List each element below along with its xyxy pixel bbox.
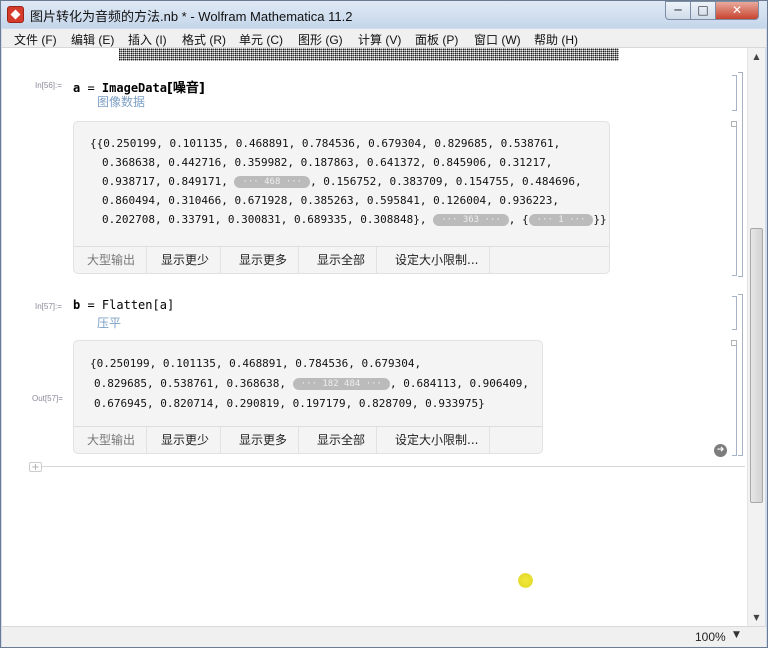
bracket-marker: [731, 340, 737, 346]
output-line: 0.202708, 0.33791, 0.300831, 0.689335, 0…: [102, 213, 607, 226]
menu-bar: 文件 (F) 编辑 (E) 插入 (I) 格式 (R) 单元 (C) 图形 (G…: [2, 29, 766, 48]
menu-graphics[interactable]: 图形 (G): [298, 31, 343, 48]
vertical-scrollbar[interactable]: ▲ ▼: [747, 48, 765, 626]
notebook-area[interactable]: In[56]:= a = ImageData[噪音] 图像数据 {{0.2501…: [2, 48, 747, 626]
menu-format[interactable]: 格式 (R): [182, 31, 226, 48]
title-bar: 图片转化为音频的方法.nb * - Wolfram Mathematica 11…: [1, 1, 767, 28]
output-segment: , 0.684113, 0.906409,: [389, 377, 530, 390]
mathematica-app-icon[interactable]: [7, 6, 24, 23]
output-segment: 0.938717, 0.849171,: [102, 175, 235, 188]
skeleton-468[interactable]: ··· 468 ···: [234, 176, 311, 188]
output-toolbar: 大型输出 显示更少 显示更多 显示全部 设定大小限制...: [74, 426, 542, 454]
output-line: {{0.250199, 0.101135, 0.468891, 0.784536…: [90, 137, 561, 150]
cell-bracket[interactable]: [732, 340, 737, 456]
scroll-down-arrow-icon[interactable]: ▼: [748, 609, 765, 626]
cell-bracket[interactable]: [732, 75, 737, 111]
output-toolbar: 大型输出 显示更少 显示更多 显示全部 设定大小限制...: [74, 246, 609, 274]
minimize-button[interactable]: ─: [665, 1, 691, 20]
show-all-button[interactable]: 显示全部: [306, 427, 378, 454]
window-title: 图片转化为音频的方法.nb * - Wolfram Mathematica 11…: [30, 9, 353, 24]
maximize-button[interactable]: □: [690, 1, 716, 20]
code-argument: [a]: [152, 298, 175, 312]
evaluate-arrow-icon[interactable]: ➜: [714, 444, 727, 457]
output-segment: }}: [593, 213, 607, 226]
output-line: 0.860494, 0.310466, 0.671928, 0.385263, …: [102, 194, 559, 207]
menu-palettes[interactable]: 面板 (P): [415, 31, 458, 48]
add-cell-plus-icon[interactable]: +: [29, 462, 42, 473]
skeleton-363[interactable]: ··· 363 ···: [433, 214, 509, 226]
output-box-b: {0.250199, 0.101135, 0.468891, 0.784536,…: [73, 340, 543, 454]
set-size-limit-button[interactable]: 设定大小限制...: [384, 427, 491, 454]
cell-group-bracket[interactable]: [738, 294, 743, 456]
menu-edit[interactable]: 编辑 (E): [71, 31, 114, 48]
cell-group-bracket[interactable]: [738, 72, 743, 277]
show-more-button[interactable]: 显示更多: [228, 247, 300, 274]
scroll-up-arrow-icon[interactable]: ▲: [748, 48, 765, 65]
noise-image-strip: [119, 48, 619, 61]
set-size-limit-button[interactable]: 设定大小限制...: [384, 247, 491, 274]
output-segment: , {: [508, 213, 529, 226]
show-less-button[interactable]: 显示更少: [150, 427, 222, 454]
output-label-57: Out[57]=: [32, 394, 63, 403]
code-hint: 图像数据: [97, 95, 146, 109]
output-segment: , 0.156752, 0.383709, 0.154755, 0.484696…: [310, 175, 582, 188]
bracket-marker: [731, 121, 737, 127]
scroll-thumb[interactable]: [750, 228, 763, 503]
skeleton-1[interactable]: ··· 1 ···: [528, 214, 594, 226]
output-line: 0.829685, 0.538761, 0.368638, ··· 182 48…: [94, 377, 529, 390]
output-segment: 0.829685, 0.538761, 0.368638,: [94, 377, 293, 390]
menu-cell[interactable]: 单元 (C): [239, 31, 283, 48]
menu-insert[interactable]: 插入 (I): [128, 31, 167, 48]
output-segment: 0.202708, 0.33791, 0.300831, 0.689335, 0…: [102, 213, 434, 226]
zoom-dropdown-icon[interactable]: ▼: [733, 630, 740, 640]
input-label-56: In[56]:=: [35, 81, 62, 90]
code-argument: [噪音]: [166, 81, 205, 96]
output-line: 0.938717, 0.849171, ··· 468 ···, 0.15675…: [102, 175, 582, 188]
input-label-57: In[57]:=: [35, 302, 62, 311]
menu-window[interactable]: 窗口 (W): [474, 31, 521, 48]
show-more-button[interactable]: 显示更多: [228, 427, 300, 454]
code-equals: =: [80, 298, 102, 312]
output-line: 0.676945, 0.820714, 0.290819, 0.197179, …: [94, 397, 485, 410]
menu-evaluation[interactable]: 计算 (V): [358, 31, 401, 48]
output-line: 0.368638, 0.442716, 0.359982, 0.187863, …: [102, 156, 553, 169]
menu-help[interactable]: 帮助 (H): [534, 31, 578, 48]
zoom-level[interactable]: 100%: [695, 630, 726, 644]
menu-file[interactable]: 文件 (F): [14, 31, 57, 48]
close-button[interactable]: ✕: [715, 1, 759, 20]
show-less-button[interactable]: 显示更少: [150, 247, 222, 274]
input-code-b[interactable]: b = Flatten[a]: [73, 298, 174, 312]
show-all-button[interactable]: 显示全部: [306, 247, 378, 274]
large-output-label: 大型输出: [76, 247, 148, 274]
cell-insertion-line: [29, 466, 745, 467]
large-output-label: 大型输出: [76, 427, 148, 454]
skeleton-182484[interactable]: ··· 182 484 ···: [292, 378, 390, 390]
mouse-cursor-highlight: [518, 573, 533, 588]
status-bar: 100% ▼: [2, 626, 766, 647]
code-hint: 压平: [97, 316, 122, 330]
app-window: 图片转化为音频的方法.nb * - Wolfram Mathematica 11…: [0, 0, 768, 648]
cell-bracket[interactable]: [732, 296, 737, 330]
output-box-a: {{0.250199, 0.101135, 0.468891, 0.784536…: [73, 121, 610, 274]
cell-bracket[interactable]: [732, 121, 737, 276]
code-function: Flatten: [101, 298, 153, 312]
output-line: {0.250199, 0.101135, 0.468891, 0.784536,…: [90, 357, 422, 370]
